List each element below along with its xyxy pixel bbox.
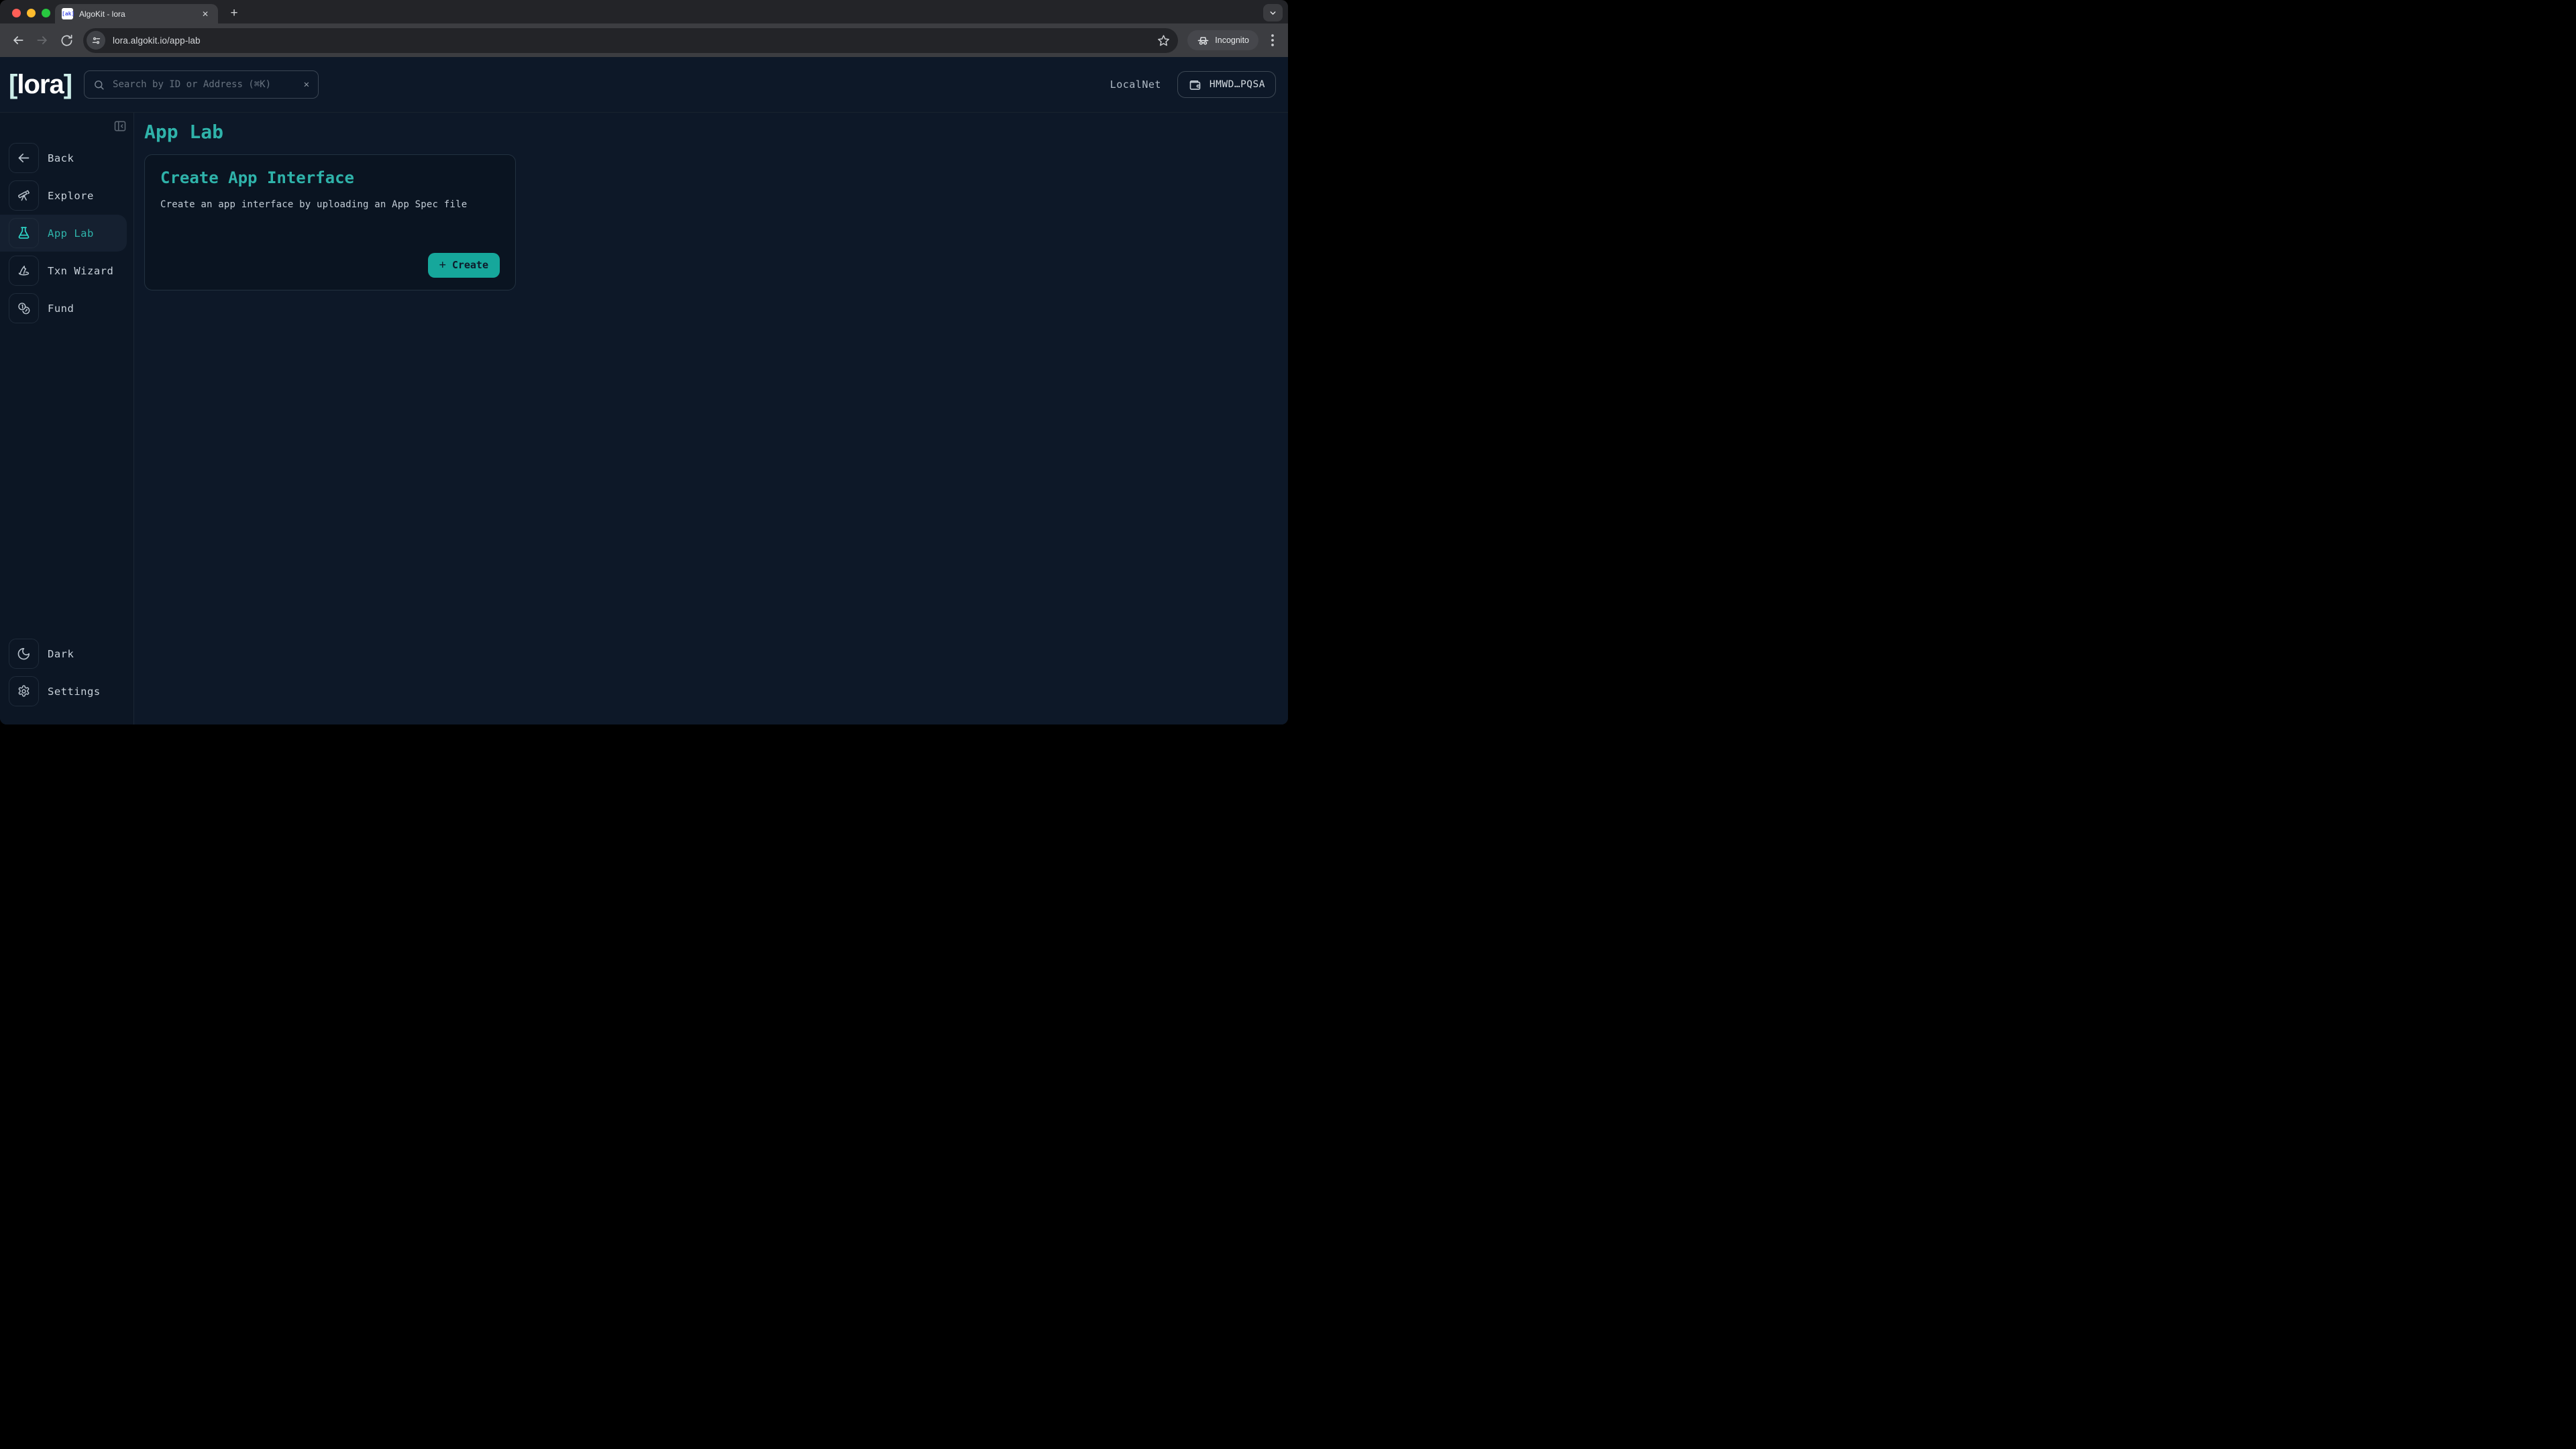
app-header: [lora] ✕ LocalNet HMWD…PQSA (0, 57, 1288, 113)
search-icon (93, 79, 105, 91)
wizard-hat-icon (9, 256, 39, 286)
create-app-interface-card: Create App Interface Create an app inter… (144, 154, 516, 290)
telescope-icon (9, 180, 39, 211)
sidebar-item-back[interactable]: Back (0, 140, 127, 176)
sidebar-item-explore[interactable]: Explore (0, 177, 127, 214)
page-title: App Lab (144, 121, 1288, 143)
lora-logo[interactable]: [lora] (9, 71, 72, 98)
lora-app: [lora] ✕ LocalNet HMWD…PQSA (0, 57, 1288, 724)
chevron-down-icon (1269, 9, 1277, 17)
zoom-window-button[interactable] (42, 9, 50, 17)
screen: [ak] AlgoKit - lora ✕ + lora.algokit.io/… (0, 0, 1288, 724)
sidebar-item-label: Txn Wizard (48, 265, 113, 277)
sidebar-collapse-button[interactable] (113, 119, 127, 133)
address-bar[interactable]: lora.algokit.io/app-lab (83, 28, 1178, 53)
gear-icon (9, 676, 39, 706)
card-actions: + Create (160, 253, 500, 278)
incognito-badge: Incognito (1187, 30, 1258, 50)
search-clear-icon[interactable]: ✕ (304, 80, 309, 89)
wallet-icon (1188, 78, 1202, 92)
site-settings-button[interactable] (87, 31, 105, 50)
main-content: App Lab Create App Interface Create an a… (134, 113, 1288, 724)
create-button-label: Create (452, 259, 488, 272)
flask-icon (9, 218, 39, 248)
create-button[interactable]: + Create (428, 253, 500, 278)
browser-toolbar: lora.algokit.io/app-lab Incognito (0, 23, 1288, 57)
tab-strip: [ak] AlgoKit - lora ✕ + (0, 0, 1288, 23)
tab-search-button[interactable] (1263, 4, 1283, 21)
search-input[interactable] (111, 78, 304, 91)
sidebar-item-label: Explore (48, 190, 94, 202)
sidebar-item-settings[interactable]: Settings (0, 673, 127, 710)
card-title: Create App Interface (160, 168, 500, 188)
reload-button[interactable] (58, 32, 75, 49)
sidebar-nav: Back Explore App Lab (0, 113, 133, 327)
network-label[interactable]: LocalNet (1110, 78, 1161, 91)
tab-favicon: [ak] (62, 8, 73, 19)
browser-window: [ak] AlgoKit - lora ✕ + lora.algokit.io/… (0, 0, 1288, 724)
minimize-window-button[interactable] (27, 9, 36, 17)
incognito-icon (1197, 34, 1210, 47)
tab-title: AlgoKit - lora (79, 9, 199, 19)
browser-menu-button[interactable] (1265, 32, 1280, 49)
plus-icon: + (439, 260, 446, 271)
sidebar-item-label: Back (48, 152, 74, 164)
logo-close-bracket: ] (64, 71, 72, 98)
panel-collapse-icon (113, 119, 127, 133)
logo-open-bracket: [ (9, 71, 17, 98)
url-text: lora.algokit.io/app-lab (113, 36, 1157, 46)
tab-close-icon[interactable]: ✕ (199, 9, 211, 19)
sidebar-item-txn-wizard[interactable]: Txn Wizard (0, 252, 127, 289)
sidebar-item-theme-dark[interactable]: Dark (0, 635, 127, 672)
logo-name: lora (17, 71, 63, 98)
macos-traffic-lights (12, 9, 50, 17)
sidebar-item-app-lab[interactable]: App Lab (0, 215, 127, 252)
bookmark-star-icon[interactable] (1157, 34, 1170, 47)
sidebar: Back Explore App Lab (0, 113, 134, 724)
back-button[interactable] (9, 32, 27, 49)
close-window-button[interactable] (12, 9, 21, 17)
sidebar-item-label: Fund (48, 303, 74, 315)
header-right: LocalNet HMWD…PQSA (1110, 71, 1276, 98)
moon-icon (9, 639, 39, 669)
sidebar-item-label: Settings (48, 686, 101, 698)
card-description: Create an app interface by uploading an … (160, 199, 500, 210)
forward-button[interactable] (34, 32, 51, 49)
arrow-left-icon (9, 143, 39, 173)
coins-icon (9, 293, 39, 323)
browser-tab[interactable]: [ak] AlgoKit - lora ✕ (55, 4, 218, 23)
global-search[interactable]: ✕ (84, 70, 319, 99)
sidebar-item-label: App Lab (48, 227, 94, 239)
sidebar-footer: Dark Settings (0, 635, 133, 724)
app-body: Back Explore App Lab (0, 113, 1288, 724)
sidebar-item-fund[interactable]: Fund (0, 290, 127, 327)
wallet-button[interactable]: HMWD…PQSA (1177, 71, 1276, 98)
wallet-address: HMWD…PQSA (1210, 79, 1265, 90)
new-tab-button[interactable]: + (225, 5, 243, 22)
incognito-label: Incognito (1215, 36, 1249, 45)
sidebar-item-label: Dark (48, 648, 74, 660)
